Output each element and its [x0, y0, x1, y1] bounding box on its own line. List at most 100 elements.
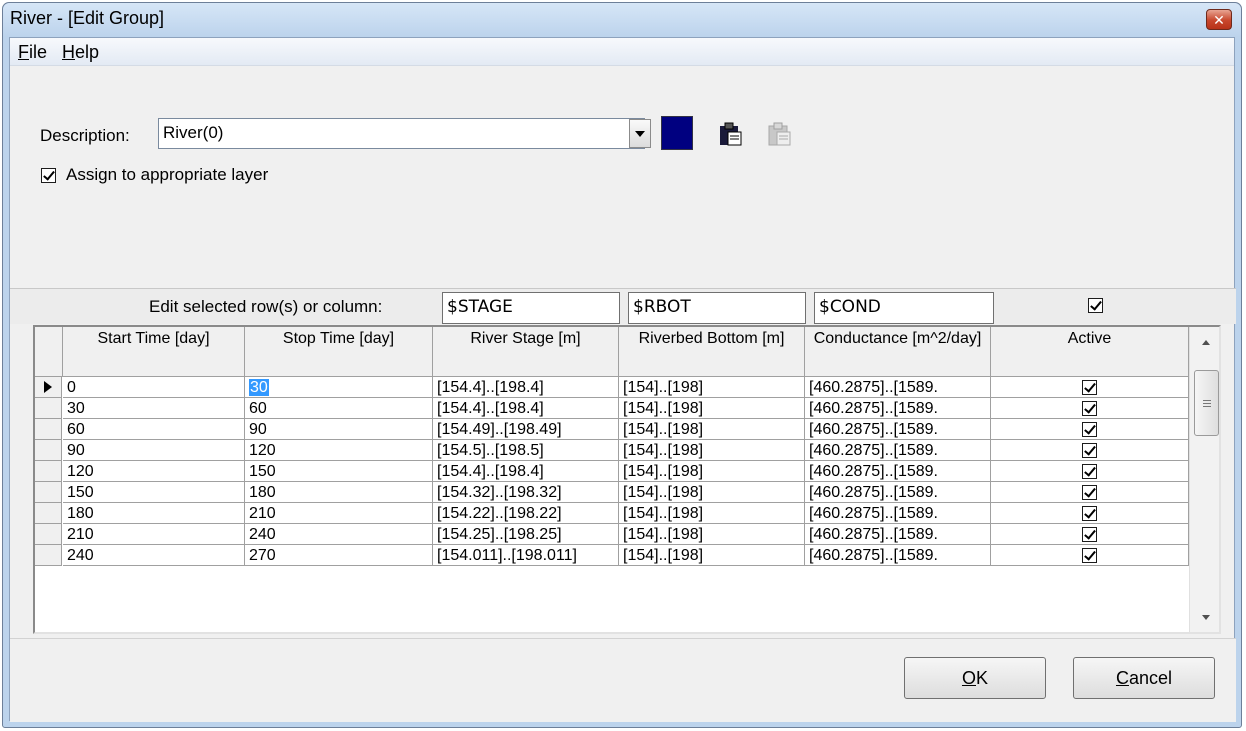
- cell-riverbed-bottom[interactable]: [154]..[198]: [619, 398, 805, 419]
- vertical-scrollbar[interactable]: [1189, 327, 1219, 632]
- description-dropdown-arrow-icon[interactable]: [629, 119, 651, 148]
- cell-conductance[interactable]: [460.2875]..[1589.: [805, 503, 991, 524]
- cell-conductance[interactable]: [460.2875]..[1589.: [805, 524, 991, 545]
- cell-riverbed-bottom[interactable]: [154]..[198]: [619, 545, 805, 566]
- table-row[interactable]: 150 180 [154.32]..[198.32] [154]..[198] [460…: [35, 482, 1189, 503]
- cell-start-time[interactable]: 240: [63, 545, 245, 566]
- row-header[interactable]: [35, 545, 62, 566]
- cell-riverbed-bottom[interactable]: [154]..[198]: [619, 440, 805, 461]
- active-checkbox[interactable]: [1082, 380, 1097, 395]
- header-river-stage[interactable]: River Stage [m]: [433, 327, 619, 377]
- menu-file[interactable]: File: [18, 42, 47, 63]
- cell-active[interactable]: [991, 419, 1189, 440]
- cell-start-time[interactable]: 60: [63, 419, 245, 440]
- cell-active[interactable]: [991, 503, 1189, 524]
- active-checkbox[interactable]: [1082, 527, 1097, 542]
- active-checkbox[interactable]: [1082, 548, 1097, 563]
- scroll-down-icon[interactable]: [1190, 602, 1219, 632]
- current-row-arrow-icon[interactable]: [35, 377, 62, 398]
- cancel-button[interactable]: Cancel: [1073, 657, 1215, 699]
- table-row[interactable]: 210 240 [154.25]..[198.25] [154]..[198] [460…: [35, 524, 1189, 545]
- cell-river-stage[interactable]: [154.011]..[198.011]: [433, 545, 619, 566]
- cell-conductance[interactable]: [460.2875]..[1589.: [805, 482, 991, 503]
- cell-active[interactable]: [991, 482, 1189, 503]
- ok-button[interactable]: OK: [904, 657, 1046, 699]
- cell-river-stage[interactable]: [154.5]..[198.5]: [433, 440, 619, 461]
- active-checkbox[interactable]: [1082, 506, 1097, 521]
- cell-conductance[interactable]: [460.2875]..[1589.: [805, 440, 991, 461]
- table-row[interactable]: 240 270 [154.011]..[198.011] [154]..[198] [4…: [35, 545, 1189, 566]
- active-checkbox[interactable]: [1082, 464, 1097, 479]
- table-row[interactable]: 60 90 [154.49]..[198.49] [154]..[198] [460.2…: [35, 419, 1189, 440]
- cell-stop-time[interactable]: 240: [245, 524, 433, 545]
- cell-river-stage[interactable]: [154.4]..[198.4]: [433, 461, 619, 482]
- row-header[interactable]: [35, 482, 62, 503]
- cell-active[interactable]: [991, 545, 1189, 566]
- table-row[interactable]: 90 120 [154.5]..[198.5] [154]..[198] [460.28…: [35, 440, 1189, 461]
- edit-cond-field[interactable]: $COND: [814, 292, 994, 324]
- cell-active[interactable]: [991, 398, 1189, 419]
- cell-riverbed-bottom[interactable]: [154]..[198]: [619, 377, 805, 398]
- cell-active[interactable]: [991, 524, 1189, 545]
- cell-stop-time[interactable]: 150: [245, 461, 433, 482]
- cell-riverbed-bottom[interactable]: [154]..[198]: [619, 419, 805, 440]
- description-combobox[interactable]: River(0): [158, 118, 645, 149]
- cell-river-stage[interactable]: [154.49]..[198.49]: [433, 419, 619, 440]
- cell-riverbed-bottom[interactable]: [154]..[198]: [619, 503, 805, 524]
- header-active[interactable]: Active: [991, 327, 1189, 377]
- cell-start-time[interactable]: 30: [63, 398, 245, 419]
- cell-conductance[interactable]: [460.2875]..[1589.: [805, 461, 991, 482]
- paste-icon[interactable]: [717, 121, 743, 147]
- assign-layer-row[interactable]: Assign to appropriate layer: [41, 165, 268, 185]
- assign-layer-checkbox[interactable]: [41, 167, 56, 183]
- color-swatch-button[interactable]: [661, 116, 693, 150]
- close-button[interactable]: ✕: [1206, 9, 1232, 30]
- cell-start-time[interactable]: 120: [63, 461, 245, 482]
- cell-stop-time[interactable]: 30: [245, 377, 433, 398]
- active-checkbox[interactable]: [1082, 485, 1097, 500]
- header-start-time[interactable]: Start Time [day]: [63, 327, 245, 377]
- cell-start-time[interactable]: 90: [63, 440, 245, 461]
- row-header[interactable]: [35, 503, 62, 524]
- row-header[interactable]: [35, 398, 62, 419]
- table-row[interactable]: 180 210 [154.22]..[198.22] [154]..[198] [460…: [35, 503, 1189, 524]
- cell-river-stage[interactable]: [154.32]..[198.32]: [433, 482, 619, 503]
- cell-conductance[interactable]: [460.2875]..[1589.: [805, 545, 991, 566]
- cell-conductance[interactable]: [460.2875]..[1589.: [805, 419, 991, 440]
- menu-help[interactable]: Help: [62, 42, 99, 63]
- header-conductance[interactable]: Conductance [m^2/day]: [805, 327, 991, 377]
- cell-river-stage[interactable]: [154.4]..[198.4]: [433, 398, 619, 419]
- cell-start-time[interactable]: 0: [63, 377, 245, 398]
- cell-river-stage[interactable]: [154.25]..[198.25]: [433, 524, 619, 545]
- row-header[interactable]: [35, 524, 62, 545]
- cell-conductance[interactable]: [460.2875]..[1589.: [805, 377, 991, 398]
- cell-stop-time[interactable]: 120: [245, 440, 433, 461]
- cell-active[interactable]: [991, 440, 1189, 461]
- cell-stop-time[interactable]: 90: [245, 419, 433, 440]
- cell-start-time[interactable]: 150: [63, 482, 245, 503]
- cell-riverbed-bottom[interactable]: [154]..[198]: [619, 461, 805, 482]
- edit-rbot-field[interactable]: $RBOT: [628, 292, 806, 324]
- cell-stop-time[interactable]: 270: [245, 545, 433, 566]
- cell-conductance[interactable]: [460.2875]..[1589.: [805, 398, 991, 419]
- cell-active[interactable]: [991, 461, 1189, 482]
- table-row[interactable]: 120 150 [154.4]..[198.4] [154]..[198] [460.2…: [35, 461, 1189, 482]
- header-stop-time[interactable]: Stop Time [day]: [245, 327, 433, 377]
- cell-stop-time[interactable]: 180: [245, 482, 433, 503]
- cell-start-time[interactable]: 180: [63, 503, 245, 524]
- edit-stage-field[interactable]: $STAGE: [442, 292, 620, 324]
- cell-riverbed-bottom[interactable]: [154]..[198]: [619, 524, 805, 545]
- cell-river-stage[interactable]: [154.4]..[198.4]: [433, 377, 619, 398]
- table-row[interactable]: 0 30 [154.4]..[198.4] [154]..[198] [460.2875…: [35, 377, 1189, 398]
- cell-stop-time[interactable]: 60: [245, 398, 433, 419]
- active-checkbox[interactable]: [1082, 443, 1097, 458]
- scroll-thumb[interactable]: [1194, 370, 1219, 436]
- edit-active-checkbox[interactable]: [1088, 298, 1103, 313]
- header-riverbed-bottom[interactable]: Riverbed Bottom [m]: [619, 327, 805, 377]
- row-header[interactable]: [35, 419, 62, 440]
- table-row[interactable]: 30 60 [154.4]..[198.4] [154]..[198] [460.287…: [35, 398, 1189, 419]
- cell-riverbed-bottom[interactable]: [154]..[198]: [619, 482, 805, 503]
- cell-stop-time[interactable]: 210: [245, 503, 433, 524]
- row-header[interactable]: [35, 461, 62, 482]
- cell-start-time[interactable]: 210: [63, 524, 245, 545]
